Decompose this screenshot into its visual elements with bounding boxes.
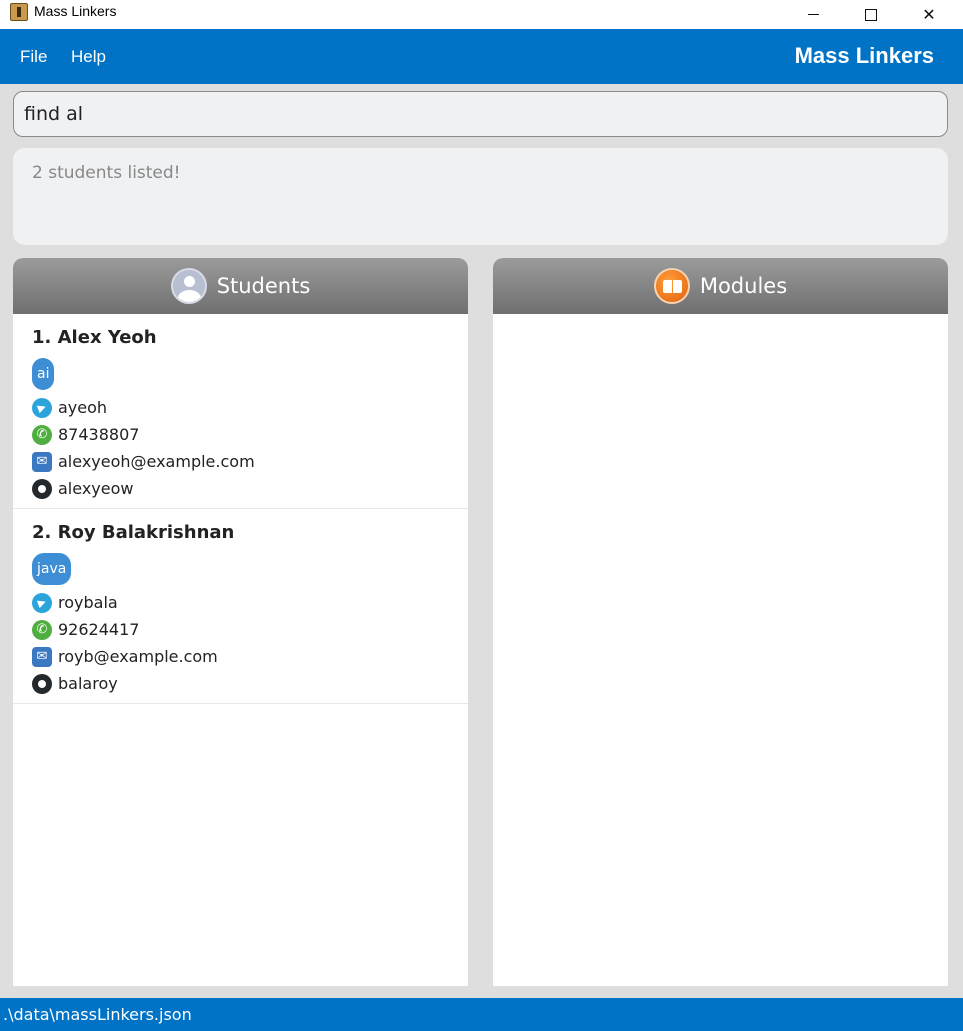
app-icon — [10, 3, 28, 21]
students-panel-title: Students — [216, 274, 311, 298]
telegram-text: ayeoh — [58, 398, 108, 417]
title-bar: Mass Linkers ✕ — [0, 0, 963, 29]
close-button[interactable]: ✕ — [906, 0, 952, 29]
minimize-button[interactable] — [790, 0, 836, 29]
minimize-icon — [807, 14, 819, 15]
close-icon: ✕ — [922, 5, 936, 24]
student-tag: ai — [32, 358, 55, 390]
menu-help[interactable]: Help — [71, 47, 106, 67]
students-panel: Students 1. Alex Yeoh ai ayeoh 87438807 … — [13, 258, 468, 986]
result-text: 2 students listed! — [32, 163, 181, 183]
student-email: alexyeoh@example.com — [32, 448, 449, 475]
person-icon — [170, 268, 207, 304]
telegram-icon — [32, 592, 52, 613]
email-icon — [32, 646, 52, 667]
github-icon — [32, 478, 52, 499]
phone-text: 87438807 — [58, 425, 140, 444]
maximize-icon — [865, 8, 877, 21]
github-icon — [32, 673, 52, 694]
email-text: royb@example.com — [58, 647, 218, 666]
student-list[interactable]: 1. Alex Yeoh ai ayeoh 87438807 alexyeoh@… — [13, 314, 468, 704]
window-title: Mass Linkers — [34, 3, 117, 19]
telegram-icon — [32, 397, 52, 418]
github-text: balaroy — [58, 674, 118, 693]
file-path: .\data\massLinkers.json — [3, 1005, 192, 1024]
phone-text: 92624417 — [58, 620, 140, 639]
student-telegram: ayeoh — [32, 394, 449, 421]
student-phone: 87438807 — [32, 421, 449, 448]
telegram-text: roybala — [58, 593, 118, 612]
email-icon — [32, 451, 52, 472]
status-bar: .\data\massLinkers.json — [0, 998, 963, 1031]
student-card[interactable]: 1. Alex Yeoh ai ayeoh 87438807 alexyeoh@… — [13, 314, 468, 509]
menu-file[interactable]: File — [20, 47, 47, 67]
book-icon — [653, 268, 690, 304]
module-list[interactable] — [493, 314, 948, 986]
student-github: alexyeow — [32, 475, 449, 502]
command-input[interactable] — [13, 91, 948, 137]
result-display: 2 students listed! — [13, 148, 948, 245]
email-text: alexyeoh@example.com — [58, 452, 255, 471]
menu-bar: File Help Mass Linkers — [0, 29, 963, 84]
student-email: royb@example.com — [32, 643, 449, 670]
student-phone: 92624417 — [32, 616, 449, 643]
student-name: 1. Alex Yeoh — [32, 327, 157, 348]
student-tag: java — [32, 553, 72, 585]
modules-panel: Modules — [493, 258, 948, 986]
student-github: balaroy — [32, 670, 449, 697]
maximize-button[interactable] — [848, 0, 894, 29]
brand-title: Mass Linkers — [794, 43, 934, 68]
phone-icon — [32, 619, 52, 640]
student-name: 2. Roy Balakrishnan — [32, 522, 235, 543]
student-telegram: roybala — [32, 589, 449, 616]
modules-panel-title: Modules — [699, 274, 788, 298]
github-text: alexyeow — [58, 479, 134, 498]
phone-icon — [32, 424, 52, 445]
modules-panel-header: Modules — [493, 258, 948, 314]
student-card[interactable]: 2. Roy Balakrishnan java roybala 9262441… — [13, 509, 468, 704]
students-panel-header: Students — [13, 258, 468, 314]
